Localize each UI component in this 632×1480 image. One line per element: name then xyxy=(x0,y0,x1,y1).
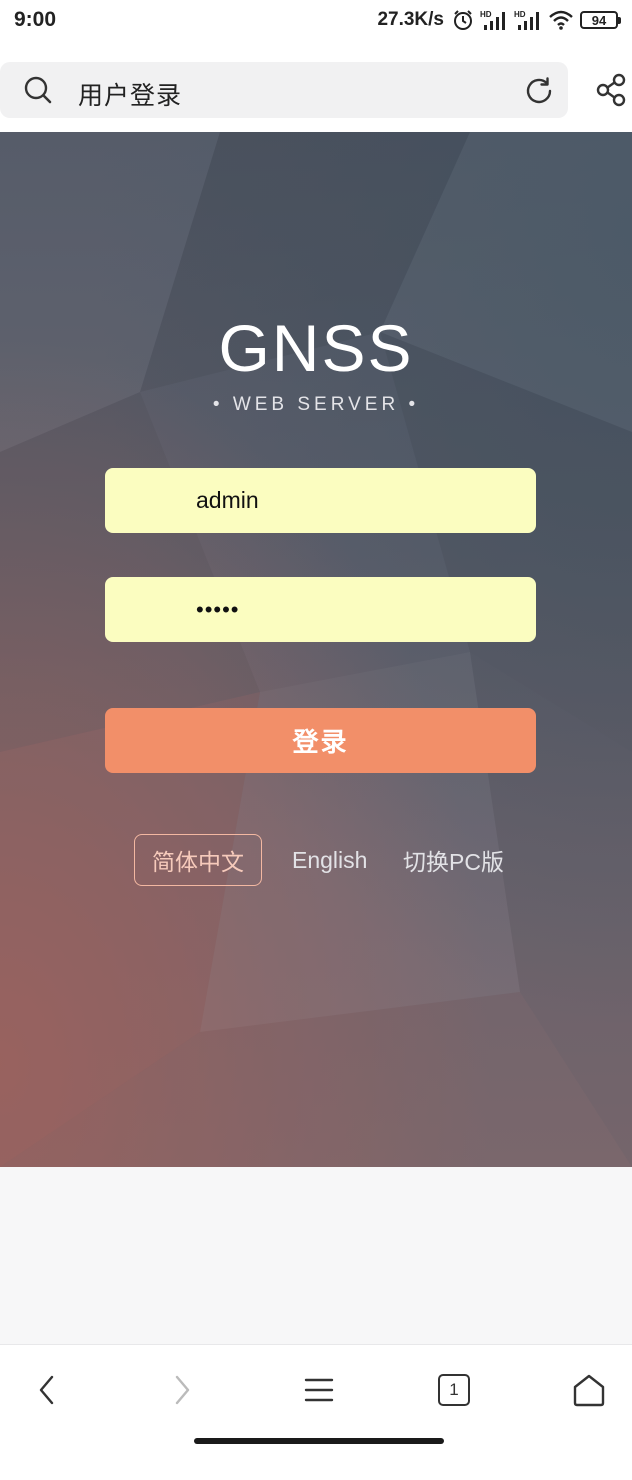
tabs-icon: 1 xyxy=(438,1374,470,1406)
menu-icon xyxy=(304,1378,334,1402)
forward-icon xyxy=(175,1375,190,1405)
network-speed: 27.3K/s xyxy=(377,9,444,30)
home-button[interactable] xyxy=(564,1365,614,1415)
browser-bottom-nav: 1 xyxy=(0,1344,632,1480)
brand-title: GNSS xyxy=(218,311,414,385)
brand-subtitle: • WEB SERVER • xyxy=(212,394,420,415)
address-bar[interactable]: 用户登录 xyxy=(0,62,568,118)
username-value: admin xyxy=(196,487,259,513)
share-icon[interactable] xyxy=(594,72,630,108)
signal-hd-icon: HD xyxy=(480,10,505,30)
password-value: ••••• xyxy=(196,596,240,622)
lang-simplified-chinese[interactable]: 简体中文 xyxy=(134,834,262,886)
status-icons: 27.3K/s HD HD 94 xyxy=(377,9,621,31)
menu-button[interactable] xyxy=(294,1365,344,1415)
svg-text:HD: HD xyxy=(480,10,492,19)
battery-icon: 94 xyxy=(580,11,621,29)
tab-count: 1 xyxy=(449,1380,459,1399)
login-panel: GNSS • WEB SERVER • admin ••••• 登录 简体中文 … xyxy=(0,132,632,1167)
battery-level: 94 xyxy=(591,12,607,28)
language-switcher: 简体中文 English 切换PC版 xyxy=(0,834,632,886)
home-indicator[interactable] xyxy=(194,1438,444,1444)
username-input[interactable]: admin xyxy=(105,468,536,533)
browser-top-bar: 用户登录 xyxy=(0,40,632,132)
phone-screen: 9:00 27.3K/s HD HD 94 用户登录 GNSS • WEB SE… xyxy=(0,0,632,1480)
page-title: 用户登录 xyxy=(78,82,183,110)
login-button[interactable]: 登录 xyxy=(105,708,536,773)
search-icon[interactable] xyxy=(24,76,52,104)
tabs-button[interactable]: 1 xyxy=(429,1365,479,1415)
wifi-icon xyxy=(549,10,573,30)
alarm-icon xyxy=(454,10,472,30)
svg-text:HD: HD xyxy=(514,10,526,19)
lang-english[interactable]: English xyxy=(292,834,367,886)
switch-pc-version[interactable]: 切换PC版 xyxy=(403,834,504,886)
signal-hd-icon: HD xyxy=(514,10,539,30)
login-button-label: 登录 xyxy=(292,727,349,757)
status-bar: 9:00 27.3K/s HD HD 94 xyxy=(0,0,632,40)
polygon-background xyxy=(0,132,632,1167)
back-button[interactable] xyxy=(22,1365,72,1415)
password-input[interactable]: ••••• xyxy=(105,577,536,642)
back-icon xyxy=(39,1375,54,1405)
refresh-icon[interactable] xyxy=(523,75,555,107)
home-icon xyxy=(573,1374,605,1407)
status-time: 9:00 xyxy=(14,8,57,31)
forward-button[interactable] xyxy=(157,1365,207,1415)
